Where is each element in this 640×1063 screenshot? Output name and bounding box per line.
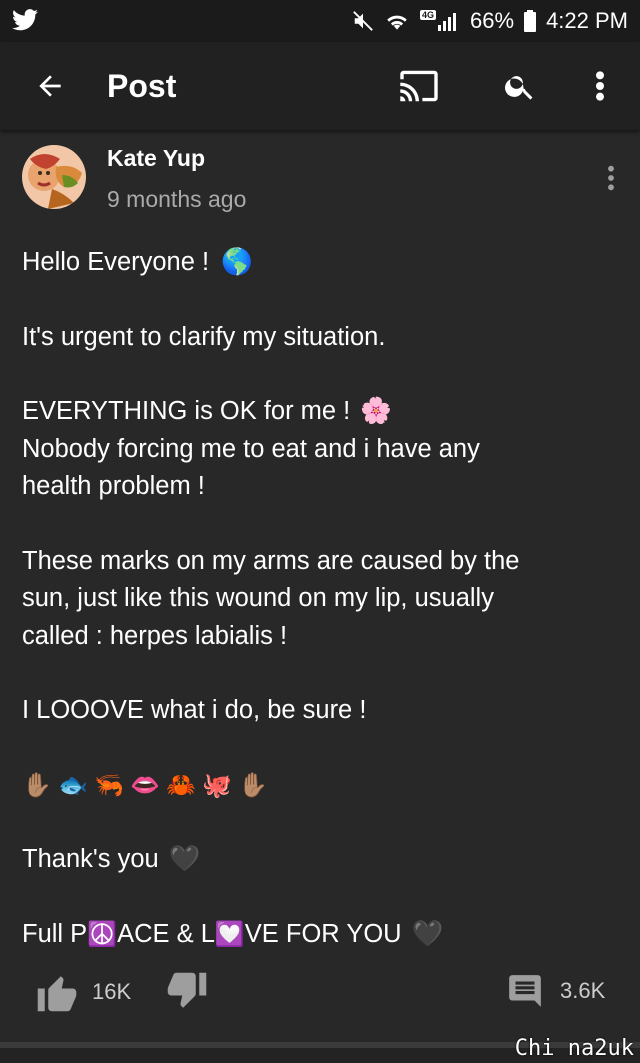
post-text: It's urgent to clarify my situation. bbox=[22, 322, 386, 351]
more-vert-icon bbox=[596, 71, 604, 101]
post-line: These marks on my arms are caused by the bbox=[22, 543, 622, 581]
post-text: Thank's you bbox=[22, 845, 159, 873]
battery-percent: 66% bbox=[470, 8, 515, 33]
clock: 4:22 PM bbox=[546, 8, 628, 33]
raised-hand-emoji: ✋🏽 bbox=[22, 771, 52, 799]
comment-icon bbox=[509, 975, 541, 1007]
cast-button[interactable] bbox=[395, 64, 443, 108]
cast-icon bbox=[400, 70, 438, 102]
thumbs-up-icon bbox=[37, 976, 77, 1012]
octopus-emoji: 🐙 bbox=[202, 771, 232, 799]
search-icon bbox=[505, 76, 533, 100]
post-line: Thank's you 🖤 bbox=[22, 841, 622, 879]
post-body: Hello Everyone ! 🌎 It's urgent to clarif… bbox=[22, 244, 622, 953]
black-heart-emoji: 🖤 bbox=[168, 845, 201, 873]
post-line: health problem ! bbox=[22, 468, 622, 506]
post-text: VE FOR YOU bbox=[244, 919, 402, 948]
black-heart-emoji: 🖤 bbox=[411, 919, 444, 948]
post-line: It's urgent to clarify my situation. bbox=[22, 319, 622, 357]
lips-emoji: 👄 bbox=[130, 771, 160, 799]
post-line: sun, just like this wound on my lip, usu… bbox=[22, 580, 622, 618]
status-bar: 4G 66% 4:22 PM bbox=[0, 0, 640, 42]
signal-icon: 4G bbox=[420, 10, 460, 31]
post-text: sun, just like this wound on my lip, usu… bbox=[22, 584, 494, 612]
mute-icon bbox=[352, 10, 374, 32]
post-text: Nobody forcing me to eat and i have any bbox=[22, 434, 480, 463]
heart-decoration-emoji: 💟 bbox=[214, 920, 245, 948]
comment-count: 3.6K bbox=[560, 978, 606, 1003]
crab-emoji: 🦀 bbox=[166, 771, 196, 799]
twitter-icon bbox=[12, 9, 38, 36]
more-vert-icon bbox=[608, 165, 614, 191]
author-name[interactable]: Kate Yup bbox=[107, 145, 205, 172]
post-text: Hello Everyone ! bbox=[22, 248, 210, 276]
battery-icon bbox=[524, 10, 537, 32]
app-bar: Post bbox=[0, 42, 640, 130]
network-badge: 4G bbox=[420, 10, 437, 20]
watermark: Chi na2uk bbox=[514, 1036, 634, 1061]
post-text: health problem ! bbox=[22, 472, 205, 500]
globe-emoji: 🌎 bbox=[221, 248, 253, 276]
back-button[interactable] bbox=[26, 62, 74, 110]
post-text: called : herpes labialis ! bbox=[22, 621, 288, 650]
shrimp-emoji: 🦐 bbox=[94, 771, 124, 799]
post-text: Full P bbox=[22, 919, 88, 948]
post-line: called : herpes labialis ! bbox=[22, 618, 622, 656]
like-button[interactable]: 16K bbox=[36, 972, 131, 1012]
avatar[interactable] bbox=[22, 145, 86, 209]
cherry-blossom-emoji: 🌸 bbox=[360, 397, 393, 425]
post-text: These marks on my arms are caused by the bbox=[22, 546, 520, 575]
post-line: Nobody forcing me to eat and i have any bbox=[22, 431, 622, 469]
like-count: 16K bbox=[92, 979, 132, 1004]
raised-hand-emoji: ✋🏽 bbox=[238, 771, 268, 799]
back-arrow-icon bbox=[39, 75, 61, 97]
fish-emoji: 🐟 bbox=[58, 771, 88, 799]
wifi-icon bbox=[384, 10, 410, 32]
peace-emoji: ☮️ bbox=[87, 920, 118, 948]
page-title: Post bbox=[107, 68, 177, 104]
post-line: Hello Everyone ! 🌎 bbox=[22, 244, 622, 282]
dislike-button[interactable] bbox=[166, 972, 208, 1017]
thumbs-down-icon bbox=[167, 972, 207, 1008]
search-button[interactable] bbox=[496, 62, 544, 110]
post-line: I LOOOVE what i do, be sure ! bbox=[22, 692, 622, 730]
post-timestamp: 9 months ago bbox=[107, 186, 247, 212]
more-options-button[interactable] bbox=[578, 62, 622, 110]
post-line: Full P ☮️ ACE & L 💟 VE FOR YOU 🖤 bbox=[22, 916, 622, 954]
emoji-row: ✋🏽 🐟 🦐 👄 🦀 🐙 ✋🏽 bbox=[22, 767, 622, 805]
post-line: EVERYTHING is OK for me ! 🌸 bbox=[22, 393, 622, 431]
post-text: EVERYTHING is OK for me ! bbox=[22, 397, 351, 425]
comments-button[interactable]: 3.6K bbox=[506, 972, 605, 1010]
post-text: I LOOOVE what i do, be sure ! bbox=[22, 696, 367, 724]
post-text: ACE & L bbox=[117, 919, 215, 948]
post-options-button[interactable] bbox=[596, 158, 626, 198]
